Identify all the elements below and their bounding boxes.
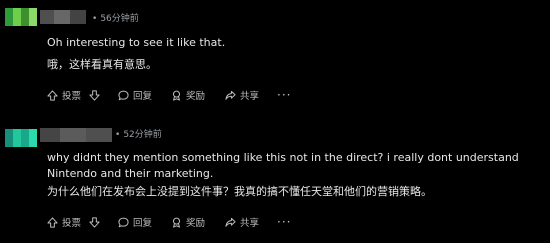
share-arrow-icon [225,90,236,101]
downvote-button[interactable] [89,215,100,229]
timestamp: 52分钟前 [123,130,162,140]
share-button[interactable]: 共享 [225,215,259,229]
separator-dot: • [92,14,98,24]
award-label: 奖励 [186,91,206,102]
arrow-up-icon [47,89,58,101]
comment-text-zh: 为什么他们在发布会上没提到这件事？我真的搞不懂任天堂和他们的营销策略。 [47,185,432,198]
comment-text-en: Oh interesting to see it like that. [47,36,226,49]
redaction-block [40,10,54,24]
avatar-pixel [5,129,13,147]
username-redacted[interactable] [40,10,86,24]
more-icon: ··· [277,88,292,102]
comment-actions: 投票 回复 奖励 共享 ··· [47,215,307,229]
avatar-pixel [13,8,21,26]
avatar-pixel [21,8,29,26]
more-icon: ··· [277,215,292,229]
avatar[interactable] [5,8,43,26]
redaction-block [60,128,86,142]
arrow-up-icon [47,216,58,228]
upvote-label: 投票 [62,91,82,102]
arrow-down-icon [89,216,100,228]
share-arrow-icon [225,217,236,228]
reply-label: 回复 [133,218,153,229]
downvote-button[interactable] [89,88,100,102]
redaction-block [70,10,86,24]
reply-button[interactable]: 回复 [118,88,152,102]
share-label: 共享 [240,91,260,102]
avatar-pixel [29,129,37,147]
comment-text-en: why didnt they mention something like th… [47,151,519,180]
upvote-label: 投票 [62,218,82,229]
award-button[interactable]: 奖励 [171,88,205,102]
username-redacted[interactable] [40,128,112,142]
more-options-button[interactable]: ··· [277,88,291,102]
avatar[interactable] [5,129,43,147]
redaction-block [54,10,70,24]
speech-bubble-icon [118,217,129,228]
upvote-button[interactable]: 投票 [47,215,81,229]
timestamp: 56分钟前 [100,14,139,24]
more-options-button[interactable]: ··· [277,215,291,229]
upvote-button[interactable]: 投票 [47,88,81,102]
share-label: 共享 [240,218,260,229]
redaction-block [86,128,112,142]
award-icon [171,90,182,101]
comment-meta: • 56分钟前 [92,11,139,24]
avatar-pixel [29,8,37,26]
avatar-pixel [21,129,29,147]
reply-label: 回复 [133,91,153,102]
award-label: 奖励 [186,218,206,229]
reply-button[interactable]: 回复 [118,215,152,229]
comment-actions: 投票 回复 奖励 共享 ··· [47,88,307,102]
speech-bubble-icon [118,90,129,101]
comment-thread: • 56分钟前 Oh interesting to see it like tha… [0,0,550,243]
comment-text-zh: 哦，这样看真有意思。 [47,58,157,71]
separator-dot: • [115,130,121,140]
avatar-pixel [13,129,21,147]
redaction-block [40,128,60,142]
share-button[interactable]: 共享 [225,88,259,102]
arrow-down-icon [89,89,100,101]
award-button[interactable]: 奖励 [171,215,205,229]
award-icon [171,217,182,228]
comment: • 56分钟前 Oh interesting to see it like tha… [0,0,550,110]
avatar-pixel [5,8,13,26]
comment: • 52分钟前 why didnt they mention something … [0,110,550,243]
comment-meta: • 52分钟前 [115,127,162,140]
